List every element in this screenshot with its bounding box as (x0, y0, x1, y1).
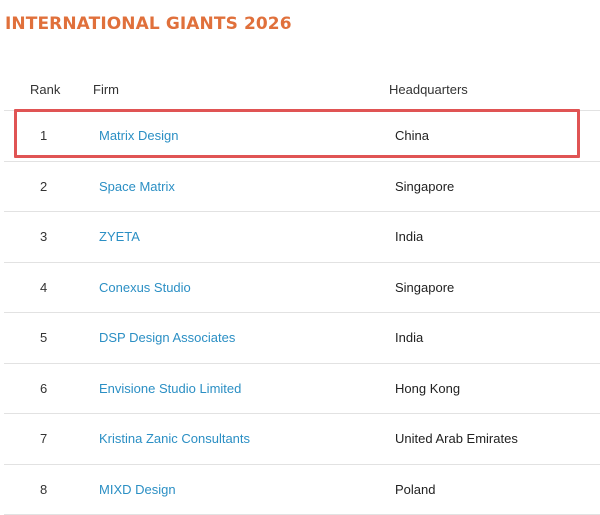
table-row: 5 DSP Design Associates India (4, 313, 600, 364)
rank-cell: 4 (40, 279, 47, 296)
rank-cell: 3 (40, 228, 47, 245)
table-row: 7 Kristina Zanic Consultants United Arab… (4, 414, 600, 465)
table-row: 3 ZYETA India (4, 212, 600, 263)
headquarters-cell: Singapore (395, 279, 454, 296)
headquarters-cell: India (395, 228, 423, 245)
firm-link[interactable]: MIXD Design (99, 481, 176, 498)
table-row: 6 Envisione Studio Limited Hong Kong (4, 364, 600, 415)
firm-link[interactable]: DSP Design Associates (99, 329, 235, 346)
firm-link[interactable]: Conexus Studio (99, 279, 191, 296)
headquarters-cell: United Arab Emirates (395, 430, 518, 447)
firm-link[interactable]: ZYETA (99, 228, 140, 245)
headquarters-cell: India (395, 329, 423, 346)
header-headquarters: Headquarters (389, 82, 468, 98)
firm-link[interactable]: Space Matrix (99, 178, 175, 195)
table-header-row: Rank Firm Headquarters (4, 70, 600, 111)
headquarters-cell: Singapore (395, 178, 454, 195)
page-title: INTERNATIONAL GIANTS 2026 (5, 13, 292, 35)
rank-cell: 8 (40, 481, 47, 498)
table-row: 1 Matrix Design China (4, 111, 600, 162)
rank-cell: 5 (40, 329, 47, 346)
header-firm: Firm (93, 82, 119, 98)
headquarters-cell: China (395, 127, 429, 144)
rank-cell: 1 (40, 127, 47, 144)
table-row: 2 Space Matrix Singapore (4, 162, 600, 213)
firm-link[interactable]: Matrix Design (99, 127, 178, 144)
firm-link[interactable]: Envisione Studio Limited (99, 380, 241, 397)
table-row: 8 MIXD Design Poland (4, 465, 600, 515)
rank-cell: 2 (40, 178, 47, 195)
firm-link[interactable]: Kristina Zanic Consultants (99, 430, 250, 447)
rank-cell: 6 (40, 380, 47, 397)
headquarters-cell: Poland (395, 481, 435, 498)
rank-cell: 7 (40, 430, 47, 447)
table-row: 4 Conexus Studio Singapore (4, 263, 600, 314)
ranking-table: Rank Firm Headquarters 1 Matrix Design C… (4, 70, 600, 515)
header-rank: Rank (30, 82, 60, 98)
headquarters-cell: Hong Kong (395, 380, 460, 397)
